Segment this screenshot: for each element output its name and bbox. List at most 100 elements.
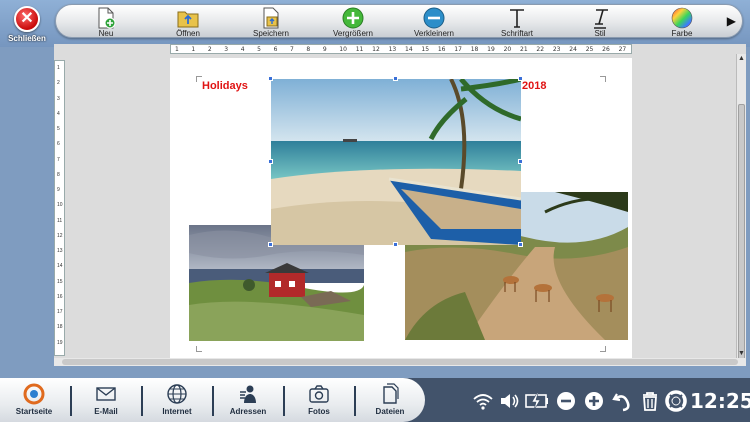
ruler-corner (54, 44, 66, 54)
open-label: Öffnen (176, 29, 200, 38)
style-button[interactable]: Stil (565, 5, 635, 39)
ruler-tick: 5 (57, 126, 60, 133)
color-wheel-icon (671, 7, 693, 29)
help-lifebuoy-icon[interactable] (665, 390, 687, 412)
ruler-tick: 9 (57, 187, 60, 194)
contacts-icon (240, 385, 256, 403)
ruler-tick: 21 (520, 46, 528, 53)
color-button[interactable]: Farbe (647, 5, 717, 39)
zoom-in-button[interactable]: Vergrößern (318, 5, 388, 39)
ruler-tick: 1 (175, 46, 179, 53)
title-holidays[interactable]: Holidays (202, 80, 248, 92)
ruler-tick: 7 (57, 156, 60, 163)
app-label: Startseite (15, 407, 53, 416)
ruler-tick: 17 (454, 46, 462, 53)
ruler-tick: 17 (57, 309, 63, 316)
save-label: Speichern (252, 29, 290, 38)
ruler-tick: 22 (536, 46, 545, 53)
new-button[interactable]: Neu (71, 5, 141, 39)
resize-handle[interactable] (393, 242, 398, 247)
ruler-tick: 4 (240, 46, 245, 53)
trash-icon[interactable] (639, 390, 661, 412)
app-label: Dateien (375, 407, 405, 416)
ruler-tick: 9 (322, 46, 327, 53)
wifi-icon[interactable] (472, 390, 494, 412)
zoom-out-label: Verkleinern (413, 29, 455, 38)
horizontal-ruler[interactable]: 1 1 2 3 4 5 6 7 8 9 10 11 12 13 14 15 16 17 18 19 20 21 22 23 24… (170, 44, 632, 54)
more-tools-arrow[interactable]: ▶ (727, 14, 736, 28)
ruler-left-margin (54, 44, 170, 54)
ruler-tick: 3 (224, 46, 229, 53)
ruler-tick: 20 (503, 46, 512, 53)
ruler-tick: 4 (57, 110, 60, 117)
ruler-tick: 15 (421, 46, 430, 53)
new-label: Neu (98, 29, 114, 38)
scroll-up-arrow[interactable]: ▲ (738, 55, 745, 62)
ruler-tick: 15 (57, 278, 63, 285)
crop-mark (600, 346, 606, 352)
resize-handle[interactable] (393, 76, 398, 81)
close-button[interactable]: ✕ Schließen (4, 4, 50, 46)
ruler-tick: 27 (618, 46, 627, 53)
horizontal-scrollbar[interactable] (54, 358, 746, 366)
app-label: E-Mail (94, 407, 118, 416)
ruler-tick: 12 (372, 46, 380, 53)
app-startseite[interactable]: Startseite (0, 380, 68, 420)
ruler-tick: 14 (57, 263, 63, 270)
open-button[interactable]: Öffnen (153, 5, 223, 39)
battery-charging-icon[interactable] (524, 390, 550, 412)
resize-handle[interactable] (518, 76, 523, 81)
photo-beach[interactable] (271, 79, 521, 245)
ruler-tick: 16 (437, 46, 446, 53)
font-button[interactable]: Schriftart (482, 5, 552, 39)
zoom-in-icon[interactable] (583, 390, 605, 412)
resize-handle[interactable] (268, 76, 273, 81)
app-email[interactable]: E-Mail (72, 380, 140, 420)
app-label: Fotos (308, 407, 330, 416)
ruler-tick: 24 (569, 46, 577, 53)
ruler-tick: 16 (57, 293, 63, 300)
resize-handle[interactable] (518, 242, 523, 247)
ruler-tick: 11 (57, 217, 63, 224)
zoom-out-icon[interactable] (555, 390, 577, 412)
ruler-tick: 1 (57, 65, 60, 71)
zoom-in-label: Vergrößern (332, 29, 374, 38)
title-year[interactable]: 2018 (522, 80, 546, 92)
ruler-tick: 10 (57, 202, 63, 209)
style-label: Stil (594, 29, 606, 38)
app-fotos[interactable]: Fotos (285, 380, 353, 420)
vertical-scrollbar[interactable]: ▲ ▼ (736, 54, 746, 364)
ruler-tick: 8 (57, 171, 60, 178)
vertical-ruler[interactable]: 1 2 3 4 5 6 7 8 9 10 11 12 13 14 15 16 17 18 19 (54, 60, 65, 356)
app-dateien[interactable]: Dateien (356, 380, 424, 420)
horizontal-scroll-thumb[interactable] (62, 359, 738, 365)
ruler-tick: 3 (57, 95, 60, 102)
resize-handle[interactable] (268, 159, 273, 164)
app-label: Adressen (229, 407, 267, 416)
app-adressen[interactable]: Adressen (214, 380, 282, 420)
resize-handle[interactable] (268, 242, 273, 247)
ruler-tick: 1 (191, 46, 196, 53)
ruler-tick: 13 (57, 248, 63, 255)
ruler-tick: 6 (273, 46, 278, 53)
zoom-in-icon (342, 7, 364, 29)
ruler-tick: 2 (207, 46, 212, 53)
ruler-tick: 23 (552, 46, 561, 53)
ruler-tick: 13 (388, 46, 397, 53)
app-internet[interactable]: Internet (143, 380, 211, 420)
volume-icon[interactable] (498, 390, 520, 412)
vertical-scroll-thumb[interactable] (738, 104, 745, 364)
zoom-out-button[interactable]: Verkleinern (399, 5, 469, 39)
ruler-tick: 8 (306, 46, 311, 53)
ruler-tick: 2 (57, 80, 60, 87)
scroll-down-arrow[interactable]: ▼ (738, 350, 745, 357)
ruler-tick: 25 (585, 46, 594, 53)
new-document-icon (98, 7, 116, 29)
app-launcher: Startseite E-Mail Internet Adressen Foto… (0, 378, 425, 422)
undo-icon[interactable] (611, 390, 633, 412)
ruler-tick: 11 (355, 46, 364, 53)
ruler-tick: 19 (487, 46, 495, 53)
save-button[interactable]: Speichern (236, 5, 306, 39)
ruler-tick: 19 (57, 339, 63, 346)
resize-handle[interactable] (518, 159, 523, 164)
